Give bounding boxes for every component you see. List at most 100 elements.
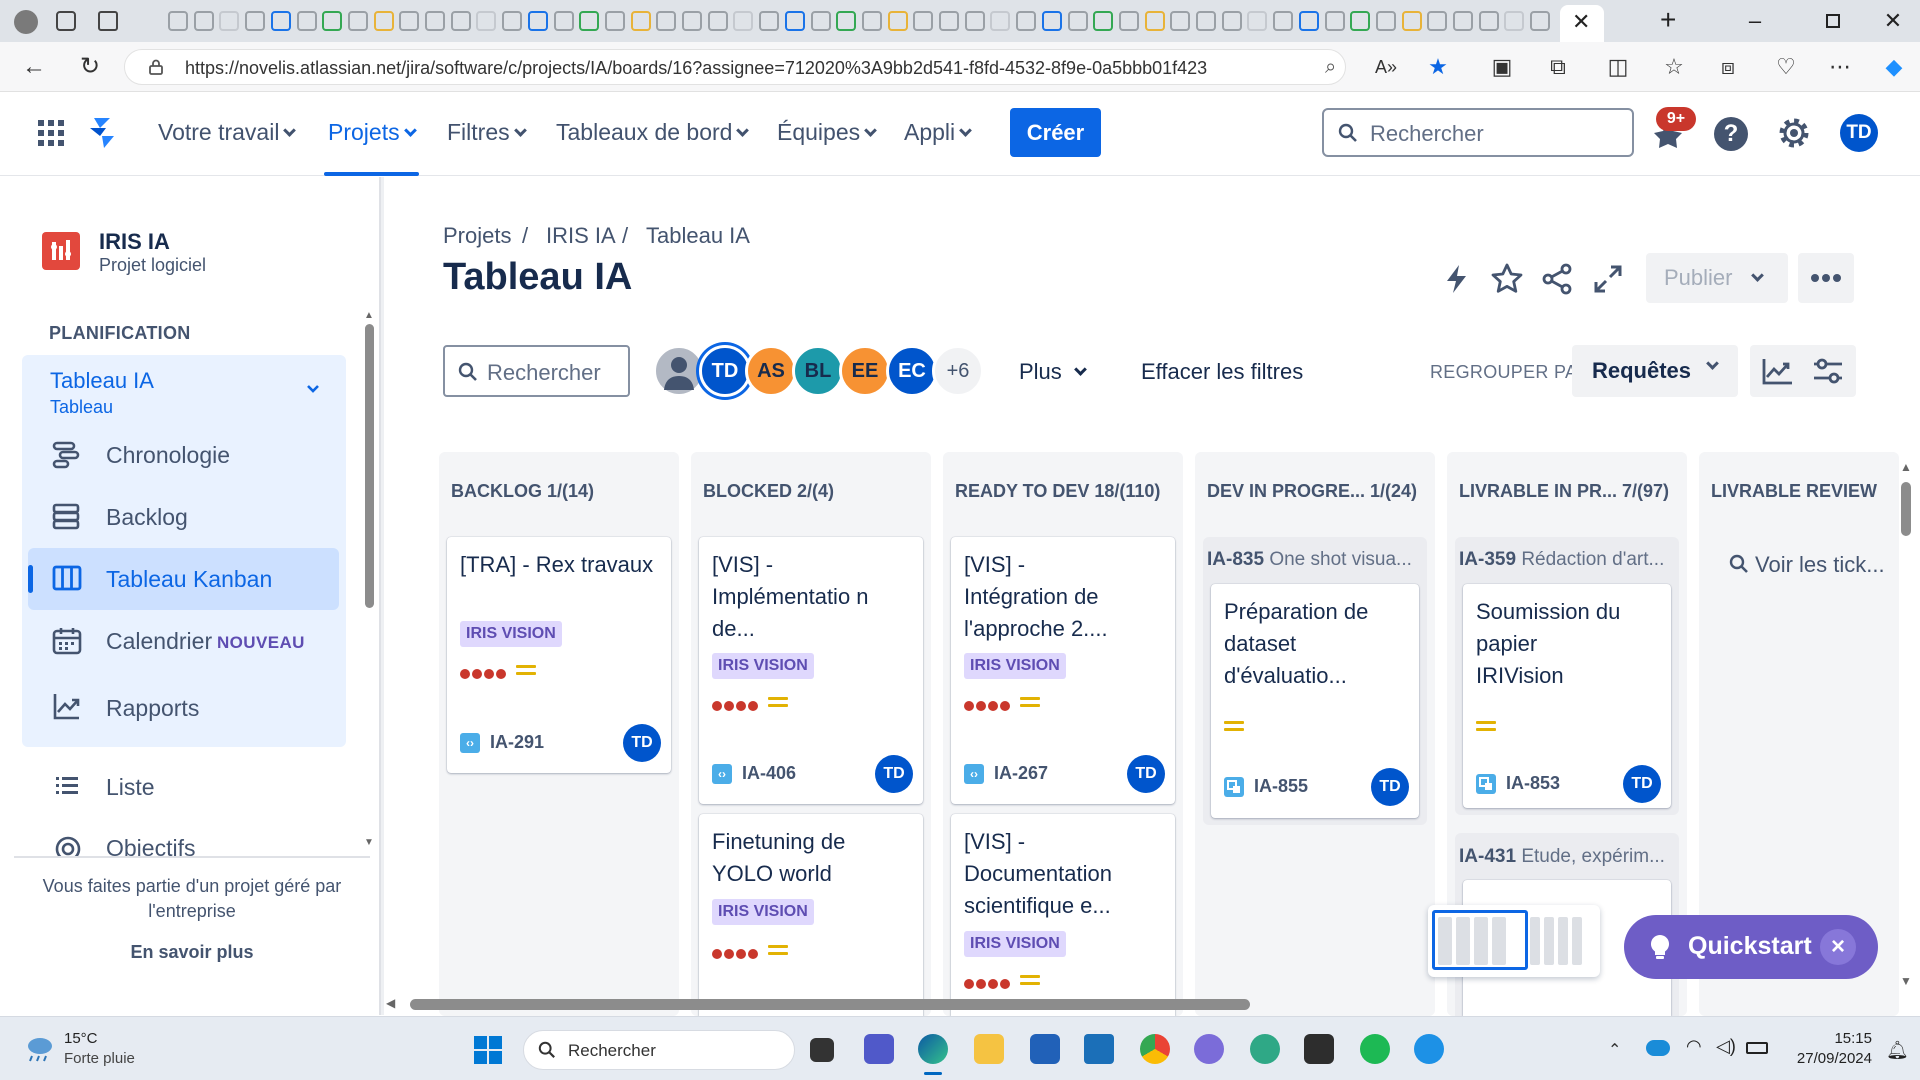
scroll-down-icon[interactable]: ▼	[364, 837, 374, 848]
tab-favicon-icon[interactable]	[193, 11, 214, 31]
new-tab-icon[interactable]: +	[1660, 4, 1676, 36]
tab-favicon-icon[interactable]	[1504, 11, 1525, 31]
board-vertical-scroll-thumb[interactable]	[1901, 482, 1911, 536]
sidebar-item-rapports[interactable]: Rapports	[28, 683, 339, 733]
tab-favicon-icon[interactable]	[1453, 11, 1473, 31]
tab-favicon-icon[interactable]	[1401, 11, 1422, 31]
tab-favicon-icon[interactable]	[1170, 11, 1191, 31]
scroll-down-icon[interactable]: ▼	[1900, 974, 1912, 988]
breadcrumb-projets[interactable]: Projets	[443, 223, 511, 249]
nav-projets[interactable]: Projets	[328, 119, 417, 146]
tab-favicon-icon[interactable]	[1273, 11, 1294, 31]
tab-favicon-icon[interactable]	[810, 11, 831, 31]
tab-favicon-icon[interactable]	[373, 11, 394, 31]
puzzle-icon[interactable]: ⧉	[1544, 53, 1572, 81]
tab-favicon-icon[interactable]	[1478, 11, 1499, 31]
assignee-avatar[interactable]: TD	[875, 755, 913, 793]
star-icon[interactable]	[1490, 262, 1524, 296]
tab-favicon-icon[interactable]	[322, 11, 343, 31]
nav-votre-travail[interactable]: Votre travail	[158, 119, 297, 146]
assignee-avatar[interactable]: TD	[1127, 755, 1165, 793]
nav-filtres[interactable]: Filtres	[447, 119, 527, 146]
sidebar-item-objectifs[interactable]: Objectifs	[28, 826, 339, 856]
user-avatar[interactable]: TD	[1840, 114, 1878, 152]
tab-favicon-icon[interactable]	[836, 11, 857, 31]
sidebar-item-tableau-kanban[interactable]: Tableau Kanban	[28, 554, 339, 604]
breadcrumb-project[interactable]: IRIS IA	[546, 223, 616, 249]
favorite-star-icon[interactable]: ★	[1424, 53, 1452, 81]
tab-favicon-icon[interactable]	[527, 11, 548, 31]
tab-favicon-icon[interactable]	[502, 11, 523, 31]
tab-favicon-icon[interactable]	[245, 11, 266, 31]
sidebar-scroll-thumb[interactable]	[365, 324, 374, 608]
tab-favicon-icon[interactable]	[733, 11, 754, 31]
vpn-icon[interactable]	[1084, 1034, 1114, 1064]
filter-avatar-ec[interactable]: EC	[886, 345, 938, 397]
board-horizontal-scroll-thumb[interactable]	[410, 999, 1250, 1010]
tab-favicon-icon[interactable]	[296, 11, 317, 31]
tab-favicon-icon[interactable]	[553, 11, 574, 31]
tab-favicon-icon[interactable]	[1247, 11, 1268, 31]
tab-favicon-icon[interactable]	[1016, 11, 1037, 31]
tab-favicon-icon[interactable]	[964, 11, 985, 31]
issue-card[interactable]: [VIS] - Implémentatio n de... IRIS VISIO…	[699, 537, 923, 804]
help-icon[interactable]: ?	[1714, 117, 1748, 151]
filter-avatar-bl[interactable]: BL	[792, 345, 844, 397]
tab-favicon-icon[interactable]	[347, 11, 368, 31]
quickstart-button[interactable]: Quickstart ×	[1624, 915, 1878, 979]
tab-favicon-icon[interactable]	[1221, 11, 1242, 31]
profile-icon[interactable]	[14, 10, 38, 34]
filter-avatar-more[interactable]: +6	[932, 345, 984, 397]
taskbar-search[interactable]: Rechercher	[523, 1030, 795, 1070]
tab-favicon-icon[interactable]	[168, 11, 188, 31]
tray-chevron-up-icon[interactable]: ⌃	[1608, 1040, 1621, 1060]
task-view-icon[interactable]	[810, 1038, 834, 1062]
board-search-input[interactable]: Rechercher	[443, 345, 630, 397]
parent-issue-header[interactable]: IA-835 One shot visua...	[1207, 549, 1417, 571]
tab-favicon-icon[interactable]	[759, 11, 780, 31]
tab-favicon-icon[interactable]	[1298, 11, 1319, 31]
chevron-down-icon[interactable]	[306, 382, 320, 396]
tab-favicon-icon[interactable]	[656, 11, 677, 31]
global-search-input[interactable]: Rechercher	[1322, 108, 1634, 157]
unassigned-avatar-icon[interactable]	[653, 345, 705, 397]
learn-more-link[interactable]: En savoir plus	[14, 942, 370, 963]
settings-more-icon[interactable]: ⋯	[1826, 53, 1854, 81]
nav-tableaux-de-bord[interactable]: Tableaux de bord	[556, 119, 750, 146]
address-bar[interactable]: https://novelis.atlassian.net/jira/softw…	[124, 49, 1346, 85]
notification-bell-icon[interactable]: 🔔︎	[1886, 1040, 1909, 1061]
read-aloud-icon[interactable]: A»	[1372, 53, 1400, 81]
tab-favicon-icon[interactable]	[270, 11, 291, 31]
tab-favicon-icon[interactable]	[1144, 11, 1165, 31]
nav-appli[interactable]: Appli	[904, 119, 973, 146]
clock-time[interactable]: 15:15	[1796, 1030, 1872, 1047]
file-explorer-icon[interactable]	[974, 1034, 1004, 1064]
group-by-select[interactable]: Requêtes	[1572, 345, 1738, 397]
close-icon[interactable]: ×	[1820, 929, 1856, 965]
scroll-up-icon[interactable]: ▲	[1900, 460, 1912, 474]
tab-favicon-icon[interactable]	[450, 11, 471, 31]
zoom-icon[interactable]: ⌕	[1325, 56, 1336, 79]
favorites-icon[interactable]: ☆	[1660, 53, 1688, 81]
filter-avatar-td[interactable]: TD	[699, 345, 751, 397]
tab-favicon-icon[interactable]	[887, 11, 908, 31]
chrome-icon[interactable]	[1140, 1034, 1170, 1064]
jira-logo-icon[interactable]	[88, 116, 120, 150]
tab-favicon-icon[interactable]	[707, 11, 728, 31]
sidebar-item-liste[interactable]: Liste	[28, 762, 339, 812]
issue-card[interactable]: [VIS] - Intégration de l'approche 2.... …	[951, 537, 1175, 804]
insights-button[interactable]	[1750, 345, 1806, 397]
store-icon[interactable]	[1030, 1034, 1060, 1064]
copilot-icon[interactable]: ◆	[1880, 53, 1908, 81]
tab-favicon-icon[interactable]	[990, 11, 1011, 31]
publish-button[interactable]: Publier	[1646, 253, 1788, 303]
assignee-avatar[interactable]: TD	[1623, 765, 1661, 803]
tab-favicon-icon[interactable]	[476, 11, 497, 31]
issue-card[interactable]: Soumission du papier IRIVision IA-853 TD	[1463, 584, 1671, 808]
teams-icon[interactable]	[864, 1034, 894, 1064]
docker-icon[interactable]	[1414, 1034, 1444, 1064]
issue-card[interactable]: Préparation de dataset d'évaluatio... IA…	[1211, 584, 1419, 818]
automation-icon[interactable]	[1440, 262, 1474, 296]
tab-favicon-icon[interactable]	[1067, 11, 1088, 31]
terminal-icon[interactable]	[1304, 1034, 1334, 1064]
